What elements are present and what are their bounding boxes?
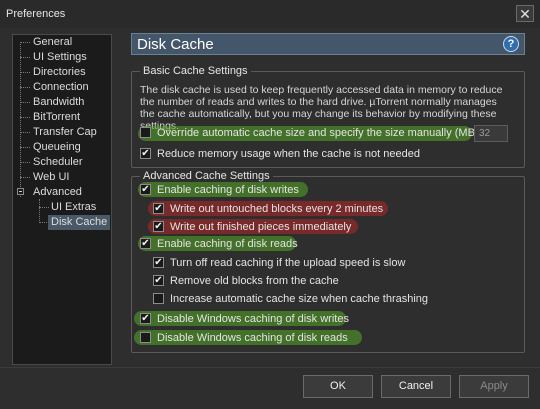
- cancel-button[interactable]: Cancel: [381, 375, 451, 398]
- tree-item-scheduler[interactable]: Scheduler: [33, 155, 83, 170]
- tree-connector: [20, 57, 30, 58]
- disable-windows-write-cache-checkbox[interactable]: ✔: [140, 313, 151, 324]
- collapse-icon[interactable]: [17, 188, 24, 195]
- increase-cache-size-label: Increase automatic cache size when cache…: [170, 293, 429, 305]
- write-untouched-blocks-label: Write out untouched blocks every 2 minut…: [170, 203, 384, 215]
- page-title: Disk Cache: [137, 36, 214, 53]
- tree-item-directories[interactable]: Directories: [33, 65, 86, 80]
- page-header: Disk Cache ?: [131, 33, 525, 55]
- tree-connector: [20, 117, 30, 118]
- turn-off-read-cache-label: Turn off read caching if the upload spee…: [170, 257, 406, 269]
- tree-connector: [39, 199, 40, 223]
- help-icon[interactable]: ?: [503, 36, 519, 52]
- tree-connector: [20, 162, 30, 163]
- disable-windows-read-cache-label: Disable Windows caching of disk reads: [157, 332, 348, 344]
- override-cache-size-label: Override automatic cache size and specif…: [157, 127, 479, 139]
- category-tree: General UI Settings Directories Connecti…: [12, 34, 112, 365]
- title-bar: Preferences ✕: [0, 0, 540, 28]
- basic-cache-description: The disk cache is used to keep frequentl…: [140, 84, 503, 132]
- enable-read-cache-checkbox[interactable]: ✔: [140, 238, 151, 249]
- apply-button[interactable]: Apply: [459, 375, 529, 398]
- window-title: Preferences: [6, 8, 66, 20]
- tree-connector: [20, 177, 30, 178]
- enable-read-cache-label: Enable caching of disk reads: [157, 238, 298, 250]
- enable-write-cache-label: Enable caching of disk writes: [157, 184, 299, 196]
- tree-connector: [20, 147, 30, 148]
- tree-connector: [39, 207, 49, 208]
- tree-item-ui-extras[interactable]: UI Extras: [51, 200, 96, 215]
- tree-item-disk-cache[interactable]: Disk Cache: [48, 215, 111, 230]
- reduce-memory-checkbox[interactable]: ✔: [140, 148, 151, 159]
- tree-connector: [20, 132, 30, 133]
- advanced-cache-group-title: Advanced Cache Settings: [140, 170, 273, 182]
- tree-connector: [20, 102, 30, 103]
- tree-item-general[interactable]: General: [33, 35, 72, 50]
- disable-windows-write-cache-label: Disable Windows caching of disk writes: [157, 313, 349, 325]
- write-finished-pieces-checkbox[interactable]: ✔: [153, 221, 164, 232]
- tree-item-transfer-cap[interactable]: Transfer Cap: [33, 125, 97, 140]
- tree-item-bandwidth[interactable]: Bandwidth: [33, 95, 84, 110]
- tree-item-web-ui[interactable]: Web UI: [33, 170, 69, 185]
- tree-item-advanced[interactable]: Advanced: [33, 185, 82, 200]
- remove-old-blocks-label: Remove old blocks from the cache: [170, 275, 339, 287]
- tree-connector: [20, 42, 21, 197]
- tree-connector: [20, 42, 30, 43]
- ok-button[interactable]: OK: [303, 375, 373, 398]
- increase-cache-size-checkbox[interactable]: [153, 293, 164, 304]
- footer-divider: [0, 367, 540, 368]
- reduce-memory-label: Reduce memory usage when the cache is no…: [157, 148, 420, 160]
- basic-cache-group-title: Basic Cache Settings: [140, 65, 251, 77]
- disable-windows-read-cache-checkbox[interactable]: [140, 332, 151, 343]
- tree-connector: [20, 87, 30, 88]
- enable-write-cache-checkbox[interactable]: ✔: [140, 184, 151, 195]
- remove-old-blocks-checkbox[interactable]: ✔: [153, 275, 164, 286]
- close-icon[interactable]: ✕: [516, 5, 534, 22]
- tree-item-connection[interactable]: Connection: [33, 80, 89, 95]
- tree-connector: [20, 72, 30, 73]
- override-cache-size-checkbox[interactable]: [140, 127, 151, 138]
- write-finished-pieces-label: Write out finished pieces immediately: [170, 221, 352, 233]
- tree-item-bittorrent[interactable]: BitTorrent: [33, 110, 80, 125]
- write-untouched-blocks-checkbox[interactable]: ✔: [153, 203, 164, 214]
- cache-size-input[interactable]: 32: [474, 125, 508, 142]
- turn-off-read-cache-checkbox[interactable]: ✔: [153, 257, 164, 268]
- tree-item-ui-settings[interactable]: UI Settings: [33, 50, 87, 65]
- tree-item-queueing[interactable]: Queueing: [33, 140, 81, 155]
